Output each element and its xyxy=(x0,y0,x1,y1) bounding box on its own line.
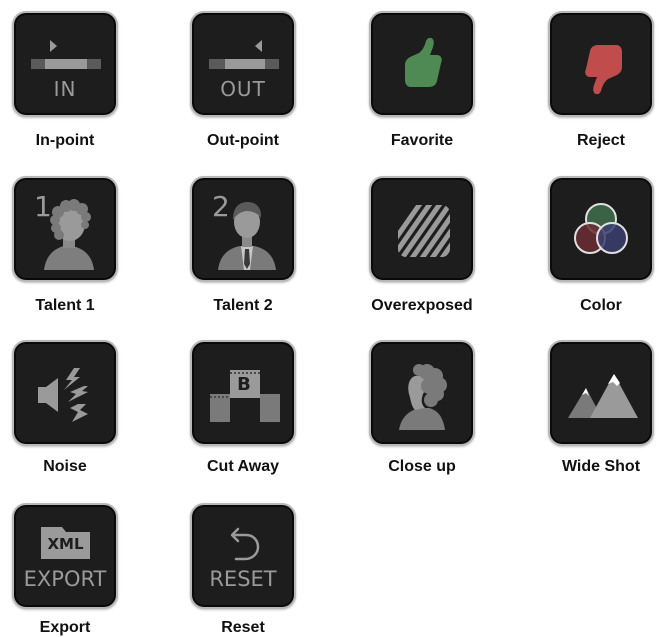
talent-2-button[interactable]: 2 xyxy=(190,176,296,282)
thumbs-down-icon xyxy=(585,45,622,95)
reject-button[interactable] xyxy=(548,11,654,117)
mountains-icon xyxy=(568,374,638,418)
export-key-text: EXPORT xyxy=(23,567,107,591)
reset-button[interactable]: RESET xyxy=(190,503,296,609)
close-up-button[interactable] xyxy=(369,340,475,446)
overexposed-button[interactable] xyxy=(369,176,475,282)
color-label: Color xyxy=(580,297,622,314)
out-point-button[interactable]: OUT xyxy=(190,11,296,117)
close-up-label: Close up xyxy=(388,458,456,475)
wide-shot-label: Wide Shot xyxy=(561,458,641,475)
color-circles-icon xyxy=(574,203,628,254)
favorite-label: Favorite xyxy=(390,132,454,149)
overexposed-label: Overexposed xyxy=(371,297,473,314)
cut-away-letter: B xyxy=(237,374,251,395)
cut-away-button[interactable]: B xyxy=(190,340,296,446)
talent-2-number: 2 xyxy=(212,190,230,223)
reset-label: Reset xyxy=(221,619,265,636)
in-point-icon xyxy=(31,40,101,69)
out-point-key-text: OUT xyxy=(220,77,266,101)
striped-square-icon xyxy=(398,205,450,257)
face-profile-icon xyxy=(399,364,447,430)
in-point-label: In-point xyxy=(35,132,95,149)
suit-person-icon xyxy=(218,202,276,270)
favorite-button[interactable] xyxy=(369,11,475,117)
export-button[interactable]: XML EXPORT xyxy=(12,503,118,609)
color-button[interactable] xyxy=(548,176,654,282)
noise-button[interactable] xyxy=(12,340,118,446)
in-point-key-text: IN xyxy=(53,77,77,101)
speaker-noise-icon xyxy=(38,368,88,422)
xml-folder-icon xyxy=(41,527,90,559)
reject-label: Reject xyxy=(576,132,626,149)
wide-shot-button[interactable] xyxy=(548,340,654,446)
export-xml-badge: XML xyxy=(47,535,84,553)
reset-key-text: RESET xyxy=(209,567,277,591)
talent-2-label: Talent 2 xyxy=(213,297,273,314)
cut-away-label: Cut Away xyxy=(206,458,279,475)
out-point-label: Out-point xyxy=(207,132,279,149)
talent-1-number: 1 xyxy=(34,190,52,223)
noise-label: Noise xyxy=(43,458,87,475)
curly-hair-person-icon xyxy=(44,199,94,270)
talent-1-label: Talent 1 xyxy=(35,297,95,314)
talent-1-button[interactable]: 1 xyxy=(12,176,118,282)
thumbs-up-icon xyxy=(405,37,442,87)
in-point-button[interactable]: IN xyxy=(12,11,118,117)
out-point-icon xyxy=(209,40,279,69)
undo-arrow-icon xyxy=(230,527,260,561)
export-label: Export xyxy=(39,619,91,636)
